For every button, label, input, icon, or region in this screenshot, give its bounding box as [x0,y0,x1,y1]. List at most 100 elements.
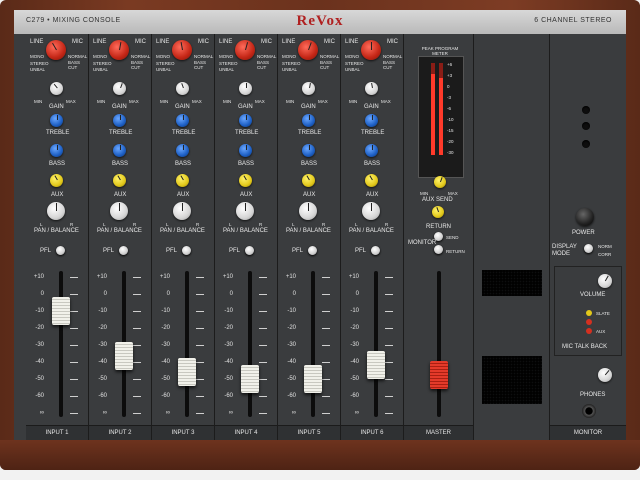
channel-name-label: INPUT 2 [89,425,151,440]
bass-cut-label: BASS CUT [320,60,333,70]
mic-label: MIC [387,39,398,45]
fader-scale-tick [133,413,141,414]
aux-knob[interactable] [50,174,63,187]
fader-scale-label: +10 [159,274,170,280]
return-knob[interactable] [432,206,444,218]
pan-knob[interactable] [47,202,65,220]
pan-right-label: R [322,222,326,227]
pan-knob[interactable] [299,202,317,220]
input-trim-knob[interactable] [109,40,129,60]
bass-knob[interactable] [239,144,252,157]
fader-scale-label: 0 [229,291,233,297]
fader-scale-label: -20 [287,325,296,331]
treble-knob[interactable] [113,114,126,127]
gain-knob[interactable] [176,82,189,95]
display-mode-button[interactable] [584,244,593,253]
input-trim-knob[interactable] [361,40,381,60]
unbal-label: UNBAL [282,67,298,72]
fader-scale-label: 0 [355,291,359,297]
input-trim-knob[interactable] [235,40,255,60]
pfl-label: PFL [166,248,178,254]
treble-knob[interactable] [176,114,189,127]
input-strip-6: LINE MIC MONO NORMAL STEREO BASS CUT UNB… [341,34,404,440]
fader-scale-tick [385,277,393,278]
fader-scale-label: -50 [98,376,107,382]
pfl-button[interactable] [182,246,191,255]
fader-scale-tick [322,379,330,380]
bass-knob[interactable] [113,144,126,157]
volume-knob[interactable] [598,274,612,288]
fader-scale-tick [133,396,141,397]
gain-max-label: MAX [129,99,139,104]
fader-scale-label: -20 [161,325,170,331]
input-strip-5: LINE MIC MONO NORMAL STEREO BASS CUT UNB… [278,34,341,440]
speaker-grille-bottom [482,356,542,404]
gain-max-label: MAX [66,99,76,104]
fader-scale-tick [259,362,267,363]
gain-knob[interactable] [365,82,378,95]
pan-knob[interactable] [362,202,380,220]
pan-right-label: R [259,222,263,227]
treble-knob[interactable] [239,114,252,127]
gain-knob[interactable] [113,82,126,95]
input-trim-knob[interactable] [46,40,66,60]
treble-knob[interactable] [302,114,315,127]
channel-fader[interactable] [52,296,70,325]
aux-knob[interactable] [176,174,189,187]
gain-knob[interactable] [302,82,315,95]
gain-knob[interactable] [239,82,252,95]
pan-knob[interactable] [173,202,191,220]
fader-scale-label: ∞ [291,410,296,416]
fader-scale-tick [196,396,204,397]
input-trim-knob[interactable] [172,40,192,60]
aux-knob[interactable] [365,174,378,187]
channel-fader[interactable] [304,365,322,394]
treble-knob[interactable] [365,114,378,127]
aux-knob[interactable] [239,174,252,187]
slate-button[interactable] [586,310,592,316]
fader-scale-label: -20 [224,325,233,331]
meter-scale-label: -10 [447,117,454,122]
aux-send-knob[interactable] [434,176,446,188]
channel-fader[interactable] [367,351,385,380]
treble-knob[interactable] [50,114,63,127]
master-fader[interactable] [430,360,448,389]
pan-left-label: L [355,222,358,227]
gain-knob[interactable] [50,82,63,95]
input-strip-3: LINE MIC MONO NORMAL STEREO BASS CUT UNB… [152,34,215,440]
bass-knob[interactable] [302,144,315,157]
fader-scale-tick [259,379,267,380]
mono-label: MONO [219,54,233,59]
bass-knob[interactable] [50,144,63,157]
channel-fader[interactable] [115,341,133,370]
monitor-label: MONITOR [408,240,437,246]
pfl-button[interactable] [371,246,380,255]
monitor-return-button[interactable] [434,245,443,254]
fader-scale-tick [385,362,393,363]
bass-knob[interactable] [176,144,189,157]
fader-scale-label: +10 [348,274,359,280]
input-trim-knob[interactable] [298,40,318,60]
bass-knob[interactable] [365,144,378,157]
aux-send-max-label: MAX [448,191,458,196]
power-switch[interactable] [576,208,594,226]
phones-knob[interactable] [598,368,612,382]
phones-jack[interactable] [582,404,596,418]
channel-fader[interactable] [178,358,196,387]
fader-scale-tick [196,413,204,414]
pan-balance-label: PAN / BALANCE [223,228,268,234]
pan-knob[interactable] [236,202,254,220]
aux-talk-button[interactable] [586,328,592,334]
pan-knob[interactable] [110,202,128,220]
unbal-label: UNBAL [30,67,46,72]
normal-label: NORMAL [320,54,340,59]
pfl-button[interactable] [308,246,317,255]
aux-knob[interactable] [302,174,315,187]
fader-scale-tick [322,396,330,397]
aux-knob[interactable] [113,174,126,187]
channel-fader[interactable] [241,365,259,394]
pfl-button[interactable] [119,246,128,255]
pfl-button[interactable] [245,246,254,255]
line-label: LINE [282,39,296,45]
pfl-button[interactable] [56,246,65,255]
